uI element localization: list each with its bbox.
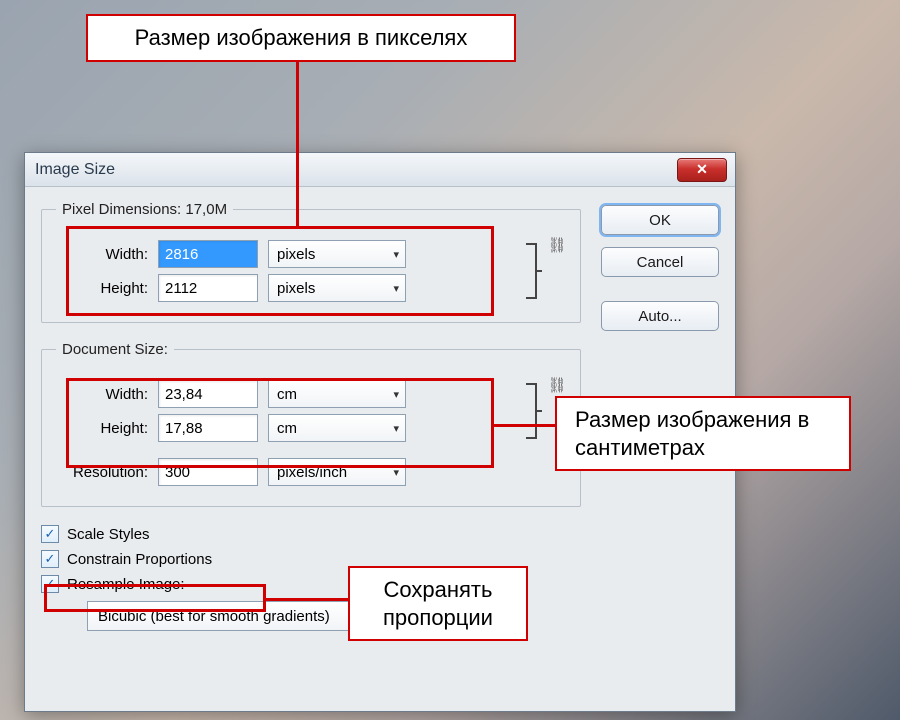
chevron-down-icon: ▾ xyxy=(393,388,399,401)
dropdown-value: cm xyxy=(277,386,297,403)
px-width-unit-dropdown[interactable]: pixels ▾ xyxy=(268,240,406,268)
dropdown-value: Bicubic (best for smooth gradients) xyxy=(98,608,330,625)
doc-height-label: Height: xyxy=(56,420,148,437)
resolution-label: Resolution: xyxy=(56,464,148,481)
ok-button[interactable]: OK xyxy=(601,205,719,235)
doc-height-unit-dropdown[interactable]: cm ▾ xyxy=(268,414,406,442)
close-button[interactable]: ✕ xyxy=(677,158,727,182)
px-height-input[interactable] xyxy=(158,274,258,302)
doc-width-unit-dropdown[interactable]: cm ▾ xyxy=(268,380,406,408)
cancel-button[interactable]: Cancel xyxy=(601,247,719,277)
doc-height-input[interactable] xyxy=(158,414,258,442)
annotation-text: Размер изображения в пикселях xyxy=(135,25,468,50)
pixel-dimensions-legend: Pixel Dimensions: 17,0M xyxy=(56,201,233,218)
annotation-text: Сохранять пропорции xyxy=(383,577,493,630)
constrain-proportions-label: Constrain Proportions xyxy=(67,551,212,568)
scale-styles-checkbox[interactable]: ✓ xyxy=(41,525,59,543)
constrain-proportions-checkbox[interactable]: ✓ xyxy=(41,550,59,568)
chevron-down-icon: ▾ xyxy=(393,466,399,479)
titlebar: Image Size ✕ xyxy=(25,153,735,187)
chevron-down-icon: ▾ xyxy=(393,282,399,295)
px-width-input[interactable] xyxy=(158,240,258,268)
chain-link-icon[interactable]: ⛓ xyxy=(548,374,566,396)
annotation-constrain: Сохранять пропорции xyxy=(348,566,528,641)
scale-styles-label: Scale Styles xyxy=(67,526,150,543)
annotation-pixel-size: Размер изображения в пикселях xyxy=(86,14,516,62)
resolution-unit-dropdown[interactable]: pixels/inch ▾ xyxy=(268,458,406,486)
resample-image-checkbox[interactable]: ✓ xyxy=(41,575,59,593)
checkmark-icon: ✓ xyxy=(45,551,56,567)
resolution-input[interactable] xyxy=(158,458,258,486)
checkmark-icon: ✓ xyxy=(45,576,56,592)
link-bracket-icon xyxy=(520,374,548,448)
pixel-dimensions-group: Pixel Dimensions: 17,0M Width: pixels ▾ xyxy=(41,201,581,323)
dropdown-value: pixels xyxy=(277,246,315,263)
close-icon: ✕ xyxy=(696,161,708,178)
doc-width-input[interactable] xyxy=(158,380,258,408)
chain-link-icon[interactable]: ⛓ xyxy=(548,234,566,256)
dropdown-value: pixels/inch xyxy=(277,464,347,481)
resample-image-label: Resample Image: xyxy=(67,576,185,593)
chevron-down-icon: ▾ xyxy=(393,248,399,261)
link-bracket-icon xyxy=(520,234,548,308)
checkmark-icon: ✓ xyxy=(45,526,56,542)
dropdown-value: cm xyxy=(277,420,297,437)
doc-width-label: Width: xyxy=(56,386,148,403)
dropdown-value: pixels xyxy=(277,280,315,297)
document-size-legend: Document Size: xyxy=(56,341,174,358)
auto-button[interactable]: Auto... xyxy=(601,301,719,331)
px-height-label: Height: xyxy=(56,280,148,297)
annotation-text: Размер изображения в сантиметрах xyxy=(575,407,809,460)
chevron-down-icon: ▾ xyxy=(393,422,399,435)
px-height-unit-dropdown[interactable]: pixels ▾ xyxy=(268,274,406,302)
annotation-doc-size: Размер изображения в сантиметрах xyxy=(555,396,851,471)
dialog-title: Image Size xyxy=(35,161,677,179)
px-width-label: Width: xyxy=(56,246,148,263)
